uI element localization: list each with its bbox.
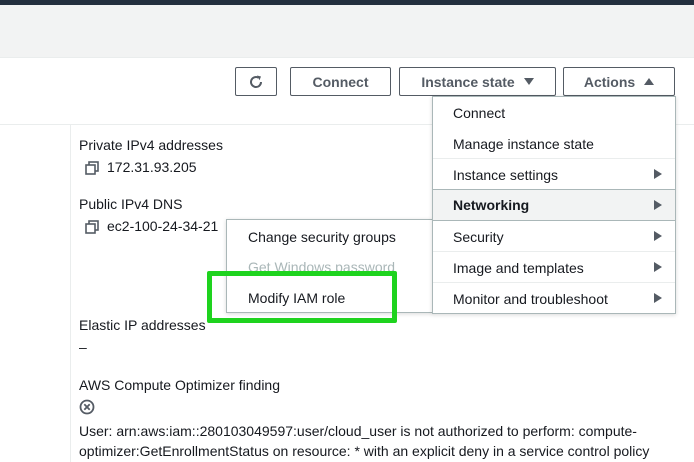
connect-button-label: Connect xyxy=(312,73,369,90)
change-security-groups-item[interactable]: Change security groups xyxy=(227,221,432,252)
highlight-annotation-box xyxy=(207,271,397,323)
header-band xyxy=(0,5,694,58)
optimizer-error-message: User: arn:aws:iam::280103049597:user/clo… xyxy=(79,423,650,459)
menu-item-label: Instance settings xyxy=(453,166,559,183)
menu-item-label: Image and templates xyxy=(453,259,584,276)
copy-icon[interactable] xyxy=(85,161,99,175)
menu-item-image-and-templates[interactable]: Image and templates xyxy=(433,252,675,283)
actions-button[interactable]: Actions xyxy=(563,67,675,96)
instance-state-label: Instance state xyxy=(421,73,515,90)
private-ipv4-label: Private IPv4 addresses xyxy=(79,137,223,153)
menu-item-label: Networking xyxy=(453,197,530,213)
menu-item-label: Manage instance state xyxy=(453,135,594,152)
menu-item-manage-instance-state[interactable]: Manage instance state xyxy=(433,128,675,159)
menu-item-networking[interactable]: Networking xyxy=(433,189,675,221)
elastic-ip-value: – xyxy=(79,339,87,355)
instance-state-button[interactable]: Instance state xyxy=(399,67,556,96)
caret-down-icon xyxy=(523,78,534,85)
error-icon xyxy=(79,399,95,415)
refresh-button[interactable] xyxy=(235,67,277,96)
menu-item-connect[interactable]: Connect xyxy=(433,97,675,128)
caret-up-icon xyxy=(644,78,655,85)
chevron-right-icon xyxy=(654,293,662,303)
public-dns-label: Public IPv4 DNS xyxy=(79,196,183,212)
menu-item-label: Monitor and troubleshoot xyxy=(453,290,608,307)
actions-label: Actions xyxy=(583,73,636,90)
menu-item-label: Security xyxy=(453,228,504,245)
optimizer-label: AWS Compute Optimizer finding xyxy=(79,377,280,393)
private-ipv4-value: 172.31.93.205 xyxy=(107,159,197,175)
actions-menu: Connect Manage instance state Instance s… xyxy=(432,96,676,314)
copy-icon[interactable] xyxy=(85,220,99,234)
menu-item-monitor-and-troubleshoot[interactable]: Monitor and troubleshoot xyxy=(433,283,675,314)
menu-item-instance-settings[interactable]: Instance settings xyxy=(433,159,675,190)
chevron-right-icon xyxy=(654,169,662,179)
column-divider xyxy=(70,125,71,462)
connect-button[interactable]: Connect xyxy=(290,67,391,96)
menu-item-security[interactable]: Security xyxy=(433,221,675,252)
chevron-right-icon xyxy=(654,200,662,210)
public-dns-value: ec2-100-24-34-21 xyxy=(107,218,219,234)
chevron-right-icon xyxy=(654,262,662,272)
chevron-right-icon xyxy=(654,231,662,241)
refresh-icon xyxy=(250,75,263,88)
elastic-ip-label: Elastic IP addresses xyxy=(79,317,206,333)
menu-item-label: Connect xyxy=(453,104,506,121)
